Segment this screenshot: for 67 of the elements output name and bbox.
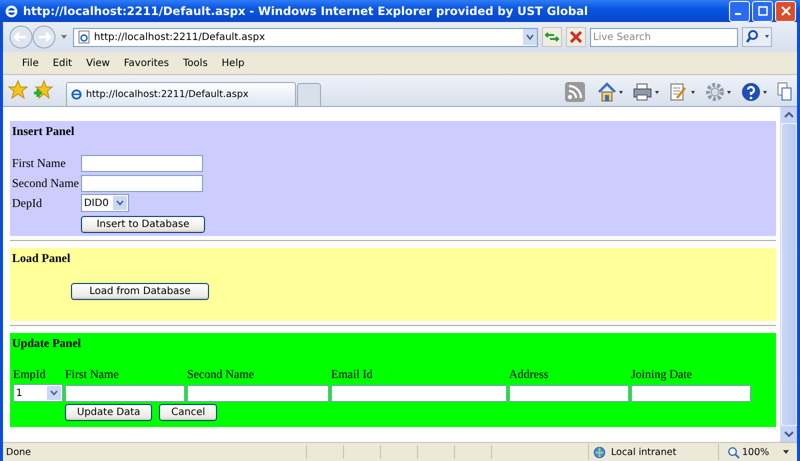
page-edit-icon[interactable]	[669, 82, 697, 102]
back-forward-buttons-icon[interactable]	[7, 24, 69, 50]
field-label: First Name	[12, 156, 66, 170]
column-label: Address	[509, 367, 548, 381]
panel-title: Update Panel	[12, 336, 82, 351]
home-icon[interactable]	[597, 82, 625, 102]
panel-title: Insert Panel	[12, 124, 76, 139]
menu-item[interactable]: Tools	[176, 58, 215, 68]
scrollbar[interactable]	[780, 107, 797, 442]
menu-item[interactable]: Help	[214, 58, 252, 68]
panel-title: Load Panel	[12, 251, 72, 266]
close-button[interactable]	[775, 0, 796, 22]
field-label: DepId	[12, 196, 42, 210]
browser-tab[interactable]: http://localhost:2211/Default.aspx	[66, 82, 296, 106]
zone-text: Local intranet	[611, 446, 676, 458]
status-text: Done	[5, 446, 32, 458]
load-button[interactable]: Load from Database	[71, 283, 209, 300]
address-text: http://localhost:2211/Default.aspx	[94, 32, 266, 42]
text-field[interactable]	[80, 174, 203, 192]
close-icon	[780, 6, 790, 16]
text-field[interactable]	[331, 385, 507, 402]
help-icon[interactable]	[741, 82, 769, 102]
column-label: Second Name	[187, 367, 254, 381]
magnifier-icon	[727, 446, 740, 458]
maximize-icon	[758, 6, 768, 16]
stop-icon[interactable]	[566, 27, 586, 47]
employee-select[interactable]: 1	[13, 384, 63, 402]
scroll-up-icon[interactable]	[781, 107, 797, 123]
search-icon[interactable]	[742, 27, 772, 47]
add-star-icon[interactable]	[33, 80, 53, 100]
window-title: http://localhost:2211/Default.aspx - Windows Internet Explorer provided by UST Global	[23, 4, 589, 18]
dropdown-icon[interactable]	[523, 29, 537, 45]
minimize-button[interactable]	[729, 0, 750, 22]
star-icon[interactable]	[8, 80, 28, 100]
dropdown-icon	[112, 196, 127, 210]
text-field[interactable]	[80, 154, 203, 172]
column-label: First Name	[65, 367, 119, 381]
minimize-icon	[735, 13, 741, 15]
menu-item[interactable]: View	[79, 58, 117, 68]
text-field[interactable]	[187, 385, 329, 402]
gear-icon[interactable]	[705, 82, 733, 102]
menu-item[interactable]: Favorites	[116, 58, 176, 68]
caret-icon	[783, 450, 790, 454]
text-field[interactable]	[631, 385, 751, 402]
search-field[interactable]: Live Search	[590, 28, 738, 46]
refresh-icon[interactable]	[542, 27, 562, 47]
dropdown-icon	[47, 386, 61, 400]
column-label: Email Id	[331, 367, 373, 381]
menu-item[interactable]: Edit	[46, 58, 80, 68]
menu-item[interactable]: File	[15, 58, 46, 68]
scroll-down-icon[interactable]	[781, 426, 797, 442]
insert-button[interactable]: Insert to Database	[80, 216, 205, 233]
form-button[interactable]: Cancel	[159, 404, 218, 421]
column-label: Joining Date	[631, 367, 692, 381]
maximize-button[interactable]	[752, 0, 773, 22]
pages-icon[interactable]	[777, 82, 793, 102]
text-field[interactable]	[65, 385, 185, 402]
form-button[interactable]: Update Data	[65, 404, 152, 421]
field-label: Second Name	[12, 176, 79, 190]
text-field[interactable]	[509, 385, 629, 402]
printer-icon[interactable]	[633, 82, 661, 102]
zoom-control[interactable]: 100%	[718, 444, 797, 460]
address-field[interactable]: http://localhost:2211/Default.aspx	[73, 28, 538, 46]
department-select[interactable]: DID0	[80, 194, 129, 212]
globe-icon	[593, 446, 606, 458]
column-label: EmpId	[13, 367, 46, 381]
new-tab-button[interactable]	[297, 83, 321, 106]
